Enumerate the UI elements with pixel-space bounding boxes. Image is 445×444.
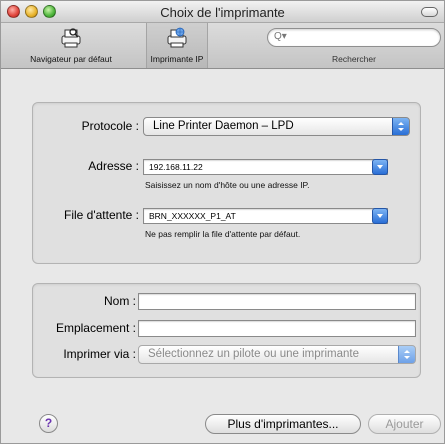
- printer-details-group: Nom : Emplacement : Imprimer via : Sélec…: [32, 283, 421, 378]
- location-field[interactable]: [138, 320, 416, 337]
- chevron-down-icon[interactable]: [372, 208, 388, 224]
- tab-ip-printer[interactable]: Imprimante IP: [146, 23, 208, 68]
- name-field[interactable]: [138, 293, 416, 310]
- toolbar: Navigateur par défaut Imprimante IP Q▾ R…: [1, 23, 444, 69]
- protocol-label: Protocole :: [81, 119, 139, 133]
- popup-arrows-icon: [398, 346, 415, 363]
- print-via-value: Sélectionnez un pilote ou une imprimante: [148, 348, 359, 360]
- protocol-value: Line Printer Daemon – LPD: [153, 120, 294, 132]
- add-button[interactable]: Ajouter: [368, 414, 441, 434]
- printer-magnifier-icon: [61, 28, 81, 48]
- address-value: 192.168.11.22: [149, 162, 203, 172]
- tab-default-browser-label: Navigateur par défaut: [30, 54, 112, 64]
- search-label: Rechercher: [332, 54, 376, 64]
- print-via-label: Imprimer via :: [63, 347, 136, 361]
- tab-default-browser[interactable]: Navigateur par défaut: [1, 23, 141, 68]
- more-printers-button[interactable]: Plus d'imprimantes...: [205, 414, 361, 434]
- protocol-popup[interactable]: Line Printer Daemon – LPD: [143, 117, 410, 136]
- help-button[interactable]: ?: [39, 414, 58, 433]
- print-via-popup[interactable]: Sélectionnez un pilote ou une imprimante: [138, 345, 416, 364]
- window-title: Choix de l'imprimante: [160, 5, 285, 20]
- chevron-down-icon[interactable]: [372, 159, 388, 175]
- tab-ip-printer-label: Imprimante IP: [150, 54, 204, 64]
- toolbar-toggle-button[interactable]: [421, 7, 438, 17]
- printer-globe-icon: [167, 27, 187, 48]
- title-bar: Choix de l'imprimante: [1, 1, 444, 23]
- queue-hint: Ne pas remplir la file d'attente par déf…: [145, 229, 301, 239]
- ip-settings-group: Protocole : Line Printer Daemon – LPD Ad…: [32, 102, 421, 264]
- queue-combo[interactable]: BRN_XXXXXX_P1_AT: [143, 208, 388, 224]
- address-label: Adresse :: [88, 159, 139, 173]
- popup-arrows-icon: [392, 118, 409, 135]
- location-label: Emplacement :: [55, 321, 136, 335]
- search-field[interactable]: Q▾: [267, 28, 441, 47]
- search-input[interactable]: [288, 31, 433, 44]
- queue-label: File d'attente :: [64, 208, 139, 222]
- address-hint: Saisissez un nom d'hôte ou une adresse I…: [145, 180, 310, 190]
- address-combo[interactable]: 192.168.11.22: [143, 159, 388, 175]
- magnifier-icon: Q▾: [274, 31, 287, 42]
- name-label: Nom :: [103, 294, 136, 308]
- queue-value: BRN_XXXXXX_P1_AT: [149, 211, 236, 221]
- printer-browser-window: Choix de l'imprimante Navigateur par déf…: [0, 0, 445, 444]
